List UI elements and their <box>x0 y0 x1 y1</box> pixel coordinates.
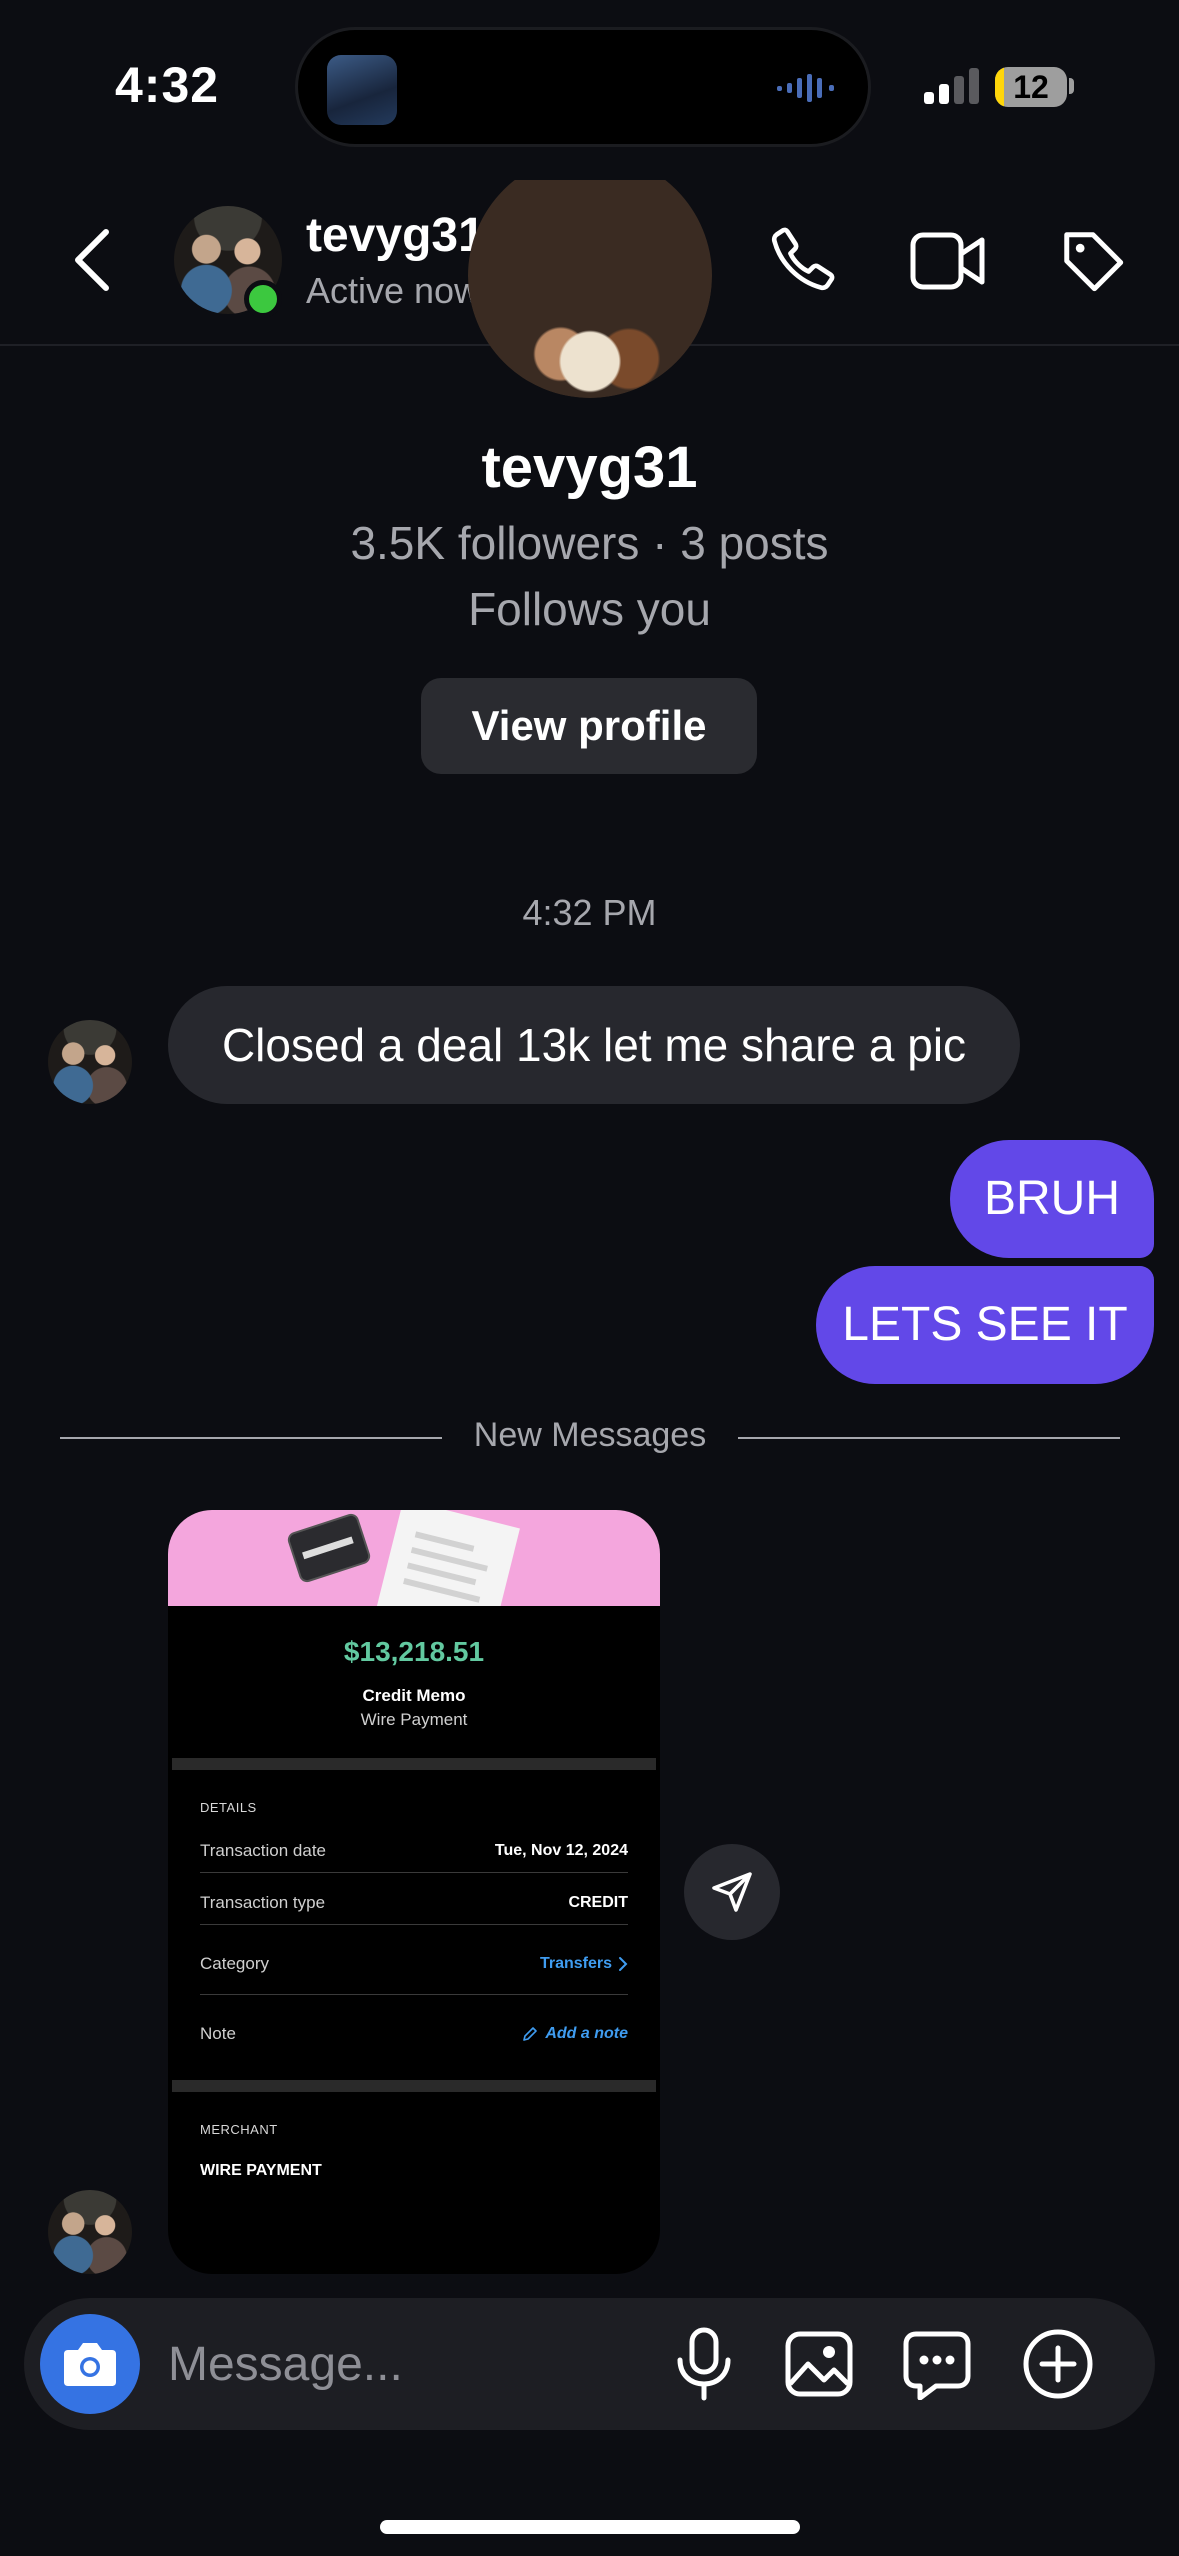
chat-bubble-icon[interactable] <box>902 2330 972 2400</box>
receipt-section-divider <box>172 1758 656 1770</box>
pencil-icon <box>523 2027 538 2041</box>
merchant-header: MERCHANT <box>200 2122 278 2137</box>
profile-picture[interactable] <box>468 180 712 398</box>
header-username[interactable]: tevyg31 <box>306 208 485 263</box>
category-link: Transfers <box>540 1955 628 1973</box>
receipt-section-divider <box>172 2080 656 2092</box>
merchant-name: WIRE PAYMENT <box>200 2162 322 2179</box>
camera-icon <box>64 2343 116 2386</box>
message-input[interactable] <box>168 2326 648 2402</box>
photo-gallery-icon[interactable] <box>784 2330 854 2398</box>
cellular-signal-icon <box>924 66 980 106</box>
phone-call-icon[interactable] <box>768 224 838 294</box>
row-label: Transaction date <box>200 1841 326 1860</box>
status-time: 4:32 <box>115 57 220 113</box>
audio-waveform-icon <box>775 70 839 106</box>
sender-avatar[interactable] <box>48 2190 132 2274</box>
home-indicator[interactable] <box>380 2520 800 2534</box>
outgoing-message[interactable]: LETS SEE IT <box>816 1266 1154 1384</box>
back-chevron-icon[interactable] <box>70 228 114 292</box>
sender-avatar[interactable] <box>48 1020 132 1104</box>
category-value: Transfers <box>539 1955 612 1972</box>
receipt-row-note: Note Add a note <box>200 2016 628 2052</box>
add-note-link: Add a note <box>521 2025 628 2043</box>
incoming-message[interactable]: Closed a deal 13k let me share a pic <box>168 986 1020 1104</box>
battery-percentage: 12 <box>1013 69 1049 105</box>
receipt-banner-illustration <box>168 1510 660 1606</box>
tag-icon[interactable] <box>1058 226 1128 296</box>
battery-tip <box>1069 78 1074 94</box>
online-status-dot <box>244 280 282 318</box>
new-messages-divider-left <box>60 1437 442 1439</box>
shared-image-message[interactable]: $13,218.51 Credit Memo Wire Payment DETA… <box>168 1510 660 2274</box>
row-value: CREDIT <box>568 1894 628 1911</box>
receipt-paper-illustration <box>372 1510 520 1606</box>
new-messages-divider-right <box>738 1437 1120 1439</box>
row-label: Note <box>200 2024 236 2043</box>
note-value: Add a note <box>545 2025 628 2042</box>
credit-card-illustration <box>288 1514 370 1582</box>
row-divider <box>200 1924 628 1925</box>
microphone-icon[interactable] <box>674 2326 734 2402</box>
follows-you-label: Follows you <box>468 583 711 635</box>
row-label: Category <box>200 1954 269 1973</box>
profile-stats: 3.5K followers · 3 posts <box>350 517 829 569</box>
profile-username: tevyg31 <box>481 435 698 500</box>
video-call-icon[interactable] <box>910 230 986 292</box>
active-status: Active now <box>306 270 481 311</box>
add-circle-icon[interactable] <box>1022 2328 1094 2400</box>
outgoing-message[interactable]: BRUH <box>950 1140 1154 1258</box>
new-messages-label: New Messages <box>473 1416 707 1454</box>
camera-button[interactable] <box>40 2314 140 2414</box>
share-button[interactable] <box>684 1844 780 1940</box>
receipt-title: Credit Memo <box>362 1686 466 1705</box>
row-divider <box>200 1872 628 1873</box>
message-timestamp: 4:32 PM <box>522 892 657 933</box>
receipt-amount: $13,218.51 <box>343 1636 485 1667</box>
row-value: Tue, Nov 12, 2024 <box>494 1842 628 1859</box>
receipt-row-category: Category Transfers <box>200 1946 628 1982</box>
battery-icon: 12 <box>995 67 1067 107</box>
details-header: DETAILS <box>200 1800 257 1815</box>
paper-plane-icon <box>712 1872 752 1912</box>
row-label: Transaction type <box>200 1893 326 1912</box>
receipt-row-date: Transaction date Tue, Nov 12, 2024 <box>200 1834 628 1868</box>
receipt-subtitle: Wire Payment <box>360 1710 468 1729</box>
row-divider <box>200 1994 628 1995</box>
receipt-row-type: Transaction type CREDIT <box>200 1886 628 1920</box>
now-playing-artwork <box>327 55 397 125</box>
view-profile-button[interactable]: View profile <box>421 678 757 774</box>
chevron-right-icon <box>619 1957 628 1971</box>
